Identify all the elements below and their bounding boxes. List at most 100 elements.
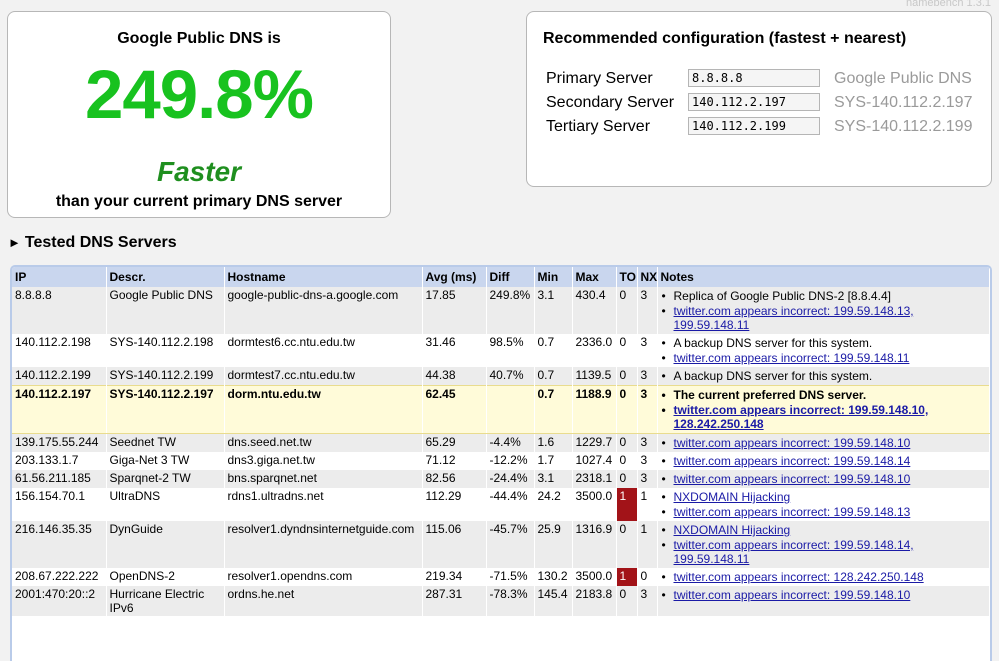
cell-ip: 156.154.70.1 <box>12 488 107 521</box>
cell-notes: Replica of Google Public DNS-2 [8.8.4.4]… <box>657 287 990 334</box>
cell-ip: 139.175.55.244 <box>12 433 107 452</box>
notes-list: NXDOMAIN Hijackingtwitter.com appears in… <box>661 523 987 566</box>
cell-max: 2318.1 <box>572 470 617 488</box>
section-title-text: Tested DNS Servers <box>24 234 177 251</box>
secondary-server-field[interactable]: 140.112.2.197 <box>688 93 820 111</box>
note-link[interactable]: twitter.com appears incorrect: 199.59.14… <box>674 588 911 602</box>
cell-diff: -78.3% <box>486 586 535 616</box>
column-header-nx[interactable]: NX <box>637 267 658 287</box>
cell-diff: 249.8% <box>486 287 535 334</box>
cell-avg: 115.06 <box>422 521 487 568</box>
cell-diff: -24.4% <box>486 470 535 488</box>
cell-nx: 3 <box>637 586 658 616</box>
cell-notes: A backup DNS server for this system.twit… <box>657 334 990 367</box>
notes-list: NXDOMAIN Hijackingtwitter.com appears in… <box>661 490 987 519</box>
notes-list: twitter.com appears incorrect: 199.59.14… <box>661 436 987 450</box>
tested-servers-heading[interactable]: ► Tested DNS Servers <box>8 234 177 252</box>
cell-max: 3500.0 <box>572 488 617 521</box>
cell-host: resolver1.opendns.com <box>224 568 423 586</box>
config-label: Primary Server <box>546 70 653 87</box>
note-link[interactable]: twitter.com appears incorrect: 199.59.14… <box>674 472 911 486</box>
cell-diff: -12.2% <box>486 452 535 470</box>
cell-host: resolver1.dyndnsinternetguide.com <box>224 521 423 568</box>
app-version: namebench 1.3.1 <box>905 0 991 9</box>
cell-ip: 8.8.8.8 <box>12 287 107 334</box>
note-link[interactable]: NXDOMAIN Hijacking <box>674 523 791 537</box>
cell-min: 3.1 <box>534 287 573 334</box>
cell-to: 1 <box>616 488 638 521</box>
cell-max: 3500.0 <box>572 568 617 586</box>
table-row: 2001:470:20::2 Hurricane Electric IPv6 ord… <box>12 586 990 616</box>
column-header-avg[interactable]: Avg (ms) <box>422 267 487 287</box>
column-header-ip[interactable]: IP <box>12 267 107 287</box>
cell-to: 0 <box>616 470 638 488</box>
notes-list: twitter.com appears incorrect: 199.59.14… <box>661 472 987 486</box>
cell-avg: 71.12 <box>422 452 487 470</box>
cell-max: 2336.0 <box>572 334 617 367</box>
tested-servers-table: IP Descr. Hostname Avg (ms) Diff Min Max… <box>12 267 990 616</box>
note-item: twitter.com appears incorrect: 199.59.14… <box>661 436 987 450</box>
tested-servers-table-container: IP Descr. Hostname Avg (ms) Diff Min Max… <box>10 265 992 661</box>
cell-notes: twitter.com appears incorrect: 199.59.14… <box>657 586 990 616</box>
cell-diff: -44.4% <box>486 488 535 521</box>
notes-list: Replica of Google Public DNS-2 [8.8.4.4]… <box>661 289 987 332</box>
cell-avg: 62.45 <box>422 385 487 434</box>
note-item: NXDOMAIN Hijacking <box>661 523 987 537</box>
cell-avg: 287.31 <box>422 586 487 616</box>
cell-notes: The current preferred DNS server.twitter… <box>657 385 990 434</box>
column-header-diff[interactable]: Diff <box>486 267 535 287</box>
column-header-min[interactable]: Min <box>534 267 573 287</box>
note-link[interactable]: twitter.com appears incorrect: 199.59.14… <box>674 351 910 365</box>
note-link[interactable]: twitter.com appears incorrect: 199.59.14… <box>674 538 914 566</box>
cell-to: 0 <box>616 521 638 568</box>
table-row: 8.8.8.8 Google Public DNS google-public-dn… <box>12 287 990 334</box>
expand-triangle-icon[interactable]: ► <box>8 235 21 250</box>
note-text: A backup DNS server for this system. <box>673 369 873 383</box>
cell-host: dormtest7.cc.ntu.edu.tw <box>224 367 423 386</box>
cell-min: 0.7 <box>534 385 573 434</box>
note-link[interactable]: twitter.com appears incorrect: 199.59.14… <box>674 505 911 519</box>
cell-to: 0 <box>616 385 638 434</box>
cell-nx: 3 <box>637 385 658 434</box>
cell-avg: 65.29 <box>422 433 487 452</box>
note-link[interactable]: NXDOMAIN Hijacking <box>674 490 791 504</box>
cell-ip: 61.56.211.185 <box>12 470 107 488</box>
cell-nx: 1 <box>637 521 658 568</box>
note-item: twitter.com appears incorrect: 128.242.2… <box>661 570 987 584</box>
note-link[interactable]: twitter.com appears incorrect: 199.59.14… <box>674 403 929 431</box>
cell-descr: Hurricane Electric IPv6 <box>106 586 225 616</box>
column-header-hostname[interactable]: Hostname <box>224 267 423 287</box>
note-item: twitter.com appears incorrect: 199.59.14… <box>661 454 987 468</box>
cell-descr: Seednet TW <box>106 433 225 452</box>
cell-min: 130.2 <box>534 568 573 586</box>
cell-max: 2183.8 <box>572 586 617 616</box>
notes-list: A backup DNS server for this system.twit… <box>661 336 987 365</box>
note-link[interactable]: twitter.com appears incorrect: 128.242.2… <box>674 570 924 584</box>
note-link[interactable]: twitter.com appears incorrect: 199.59.14… <box>674 304 914 332</box>
column-header-max[interactable]: Max <box>572 267 617 287</box>
cell-notes: twitter.com appears incorrect: 199.59.14… <box>657 433 990 452</box>
table-row: 140.112.2.199 SYS-140.112.2.199 dormtest7.… <box>12 367 990 386</box>
cell-host: dorm.ntu.edu.tw <box>224 385 423 434</box>
cell-nx: 3 <box>637 470 658 488</box>
column-header-descr[interactable]: Descr. <box>106 267 225 287</box>
column-header-notes[interactable]: Notes <box>657 267 990 287</box>
note-item: twitter.com appears incorrect: 199.59.14… <box>661 588 987 602</box>
cell-avg: 82.56 <box>422 470 487 488</box>
cell-host: dormtest6.cc.ntu.edu.tw <box>224 334 423 367</box>
tertiary-server-field[interactable]: 140.112.2.199 <box>688 117 820 135</box>
cell-descr: DynGuide <box>106 521 225 568</box>
primary-server-field[interactable]: 8.8.8.8 <box>688 69 820 87</box>
note-item: twitter.com appears incorrect: 199.59.14… <box>661 538 987 566</box>
note-item: Replica of Google Public DNS-2 [8.8.4.4] <box>661 289 987 303</box>
column-header-to[interactable]: TO <box>616 267 638 287</box>
cell-nx: 3 <box>637 452 658 470</box>
cell-avg: 112.29 <box>422 488 487 521</box>
config-server-name: SYS-140.112.2.197 <box>834 94 973 111</box>
cell-host: dns3.giga.net.tw <box>224 452 423 470</box>
note-link[interactable]: twitter.com appears incorrect: 199.59.14… <box>674 436 911 450</box>
note-link[interactable]: twitter.com appears incorrect: 199.59.14… <box>674 454 911 468</box>
cell-descr: Giga-Net 3 TW <box>106 452 225 470</box>
cell-max: 1188.9 <box>572 385 617 434</box>
cell-notes: twitter.com appears incorrect: 199.59.14… <box>657 452 990 470</box>
